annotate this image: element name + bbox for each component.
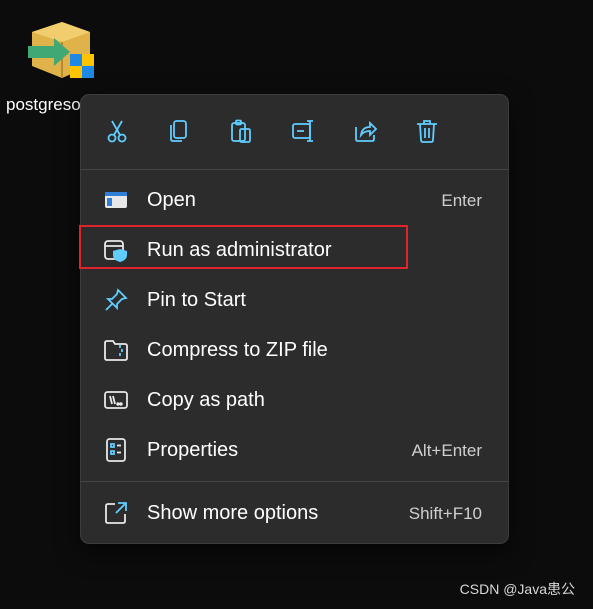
copy-icon[interactable]	[163, 115, 195, 147]
menu-item-label: Compress to ZIP file	[147, 339, 328, 361]
menu-separator	[81, 169, 508, 170]
open-icon	[103, 187, 129, 213]
pin-icon	[103, 287, 129, 313]
paste-icon[interactable]	[225, 115, 257, 147]
menu-item-shortcut: Enter	[441, 191, 482, 210]
menu-item-label: Open	[147, 189, 196, 211]
menu-item-shortcut: Alt+Enter	[411, 441, 482, 460]
context-menu-toolbar	[81, 95, 508, 169]
menu-item-label: Show more options	[147, 502, 319, 524]
menu-item-pin-to-start[interactable]: Pin to Start	[81, 275, 508, 325]
more-options-icon	[103, 500, 129, 526]
properties-icon	[103, 437, 129, 463]
installer-icon[interactable]	[24, 18, 98, 84]
menu-item-open[interactable]: Open Enter	[81, 175, 508, 225]
cut-icon[interactable]	[101, 115, 133, 147]
menu-separator	[81, 481, 508, 482]
context-menu: Open Enter Run as administrator Pin to S…	[80, 94, 509, 544]
menu-item-shortcut: Shift+F10	[408, 504, 482, 523]
zip-icon	[103, 337, 129, 363]
menu-item-label: Copy as path	[147, 389, 265, 411]
menu-item-label: Pin to Start	[147, 289, 246, 311]
menu-item-copy-as-path[interactable]: Copy as path	[81, 375, 508, 425]
menu-item-compress-zip[interactable]: Compress to ZIP file	[81, 325, 508, 375]
annotation-highlight-box	[79, 225, 408, 269]
path-icon	[103, 387, 129, 413]
delete-icon[interactable]	[411, 115, 443, 147]
watermark: CSDN @Java患公	[459, 581, 575, 597]
share-icon[interactable]	[349, 115, 381, 147]
rename-icon[interactable]	[287, 115, 319, 147]
menu-item-show-more-options[interactable]: Show more options Shift+F10	[81, 488, 508, 538]
menu-item-label: Properties	[147, 439, 239, 461]
desktop-icon-label[interactable]: postgreso	[6, 94, 86, 116]
menu-item-properties[interactable]: Properties Alt+Enter	[81, 425, 508, 475]
